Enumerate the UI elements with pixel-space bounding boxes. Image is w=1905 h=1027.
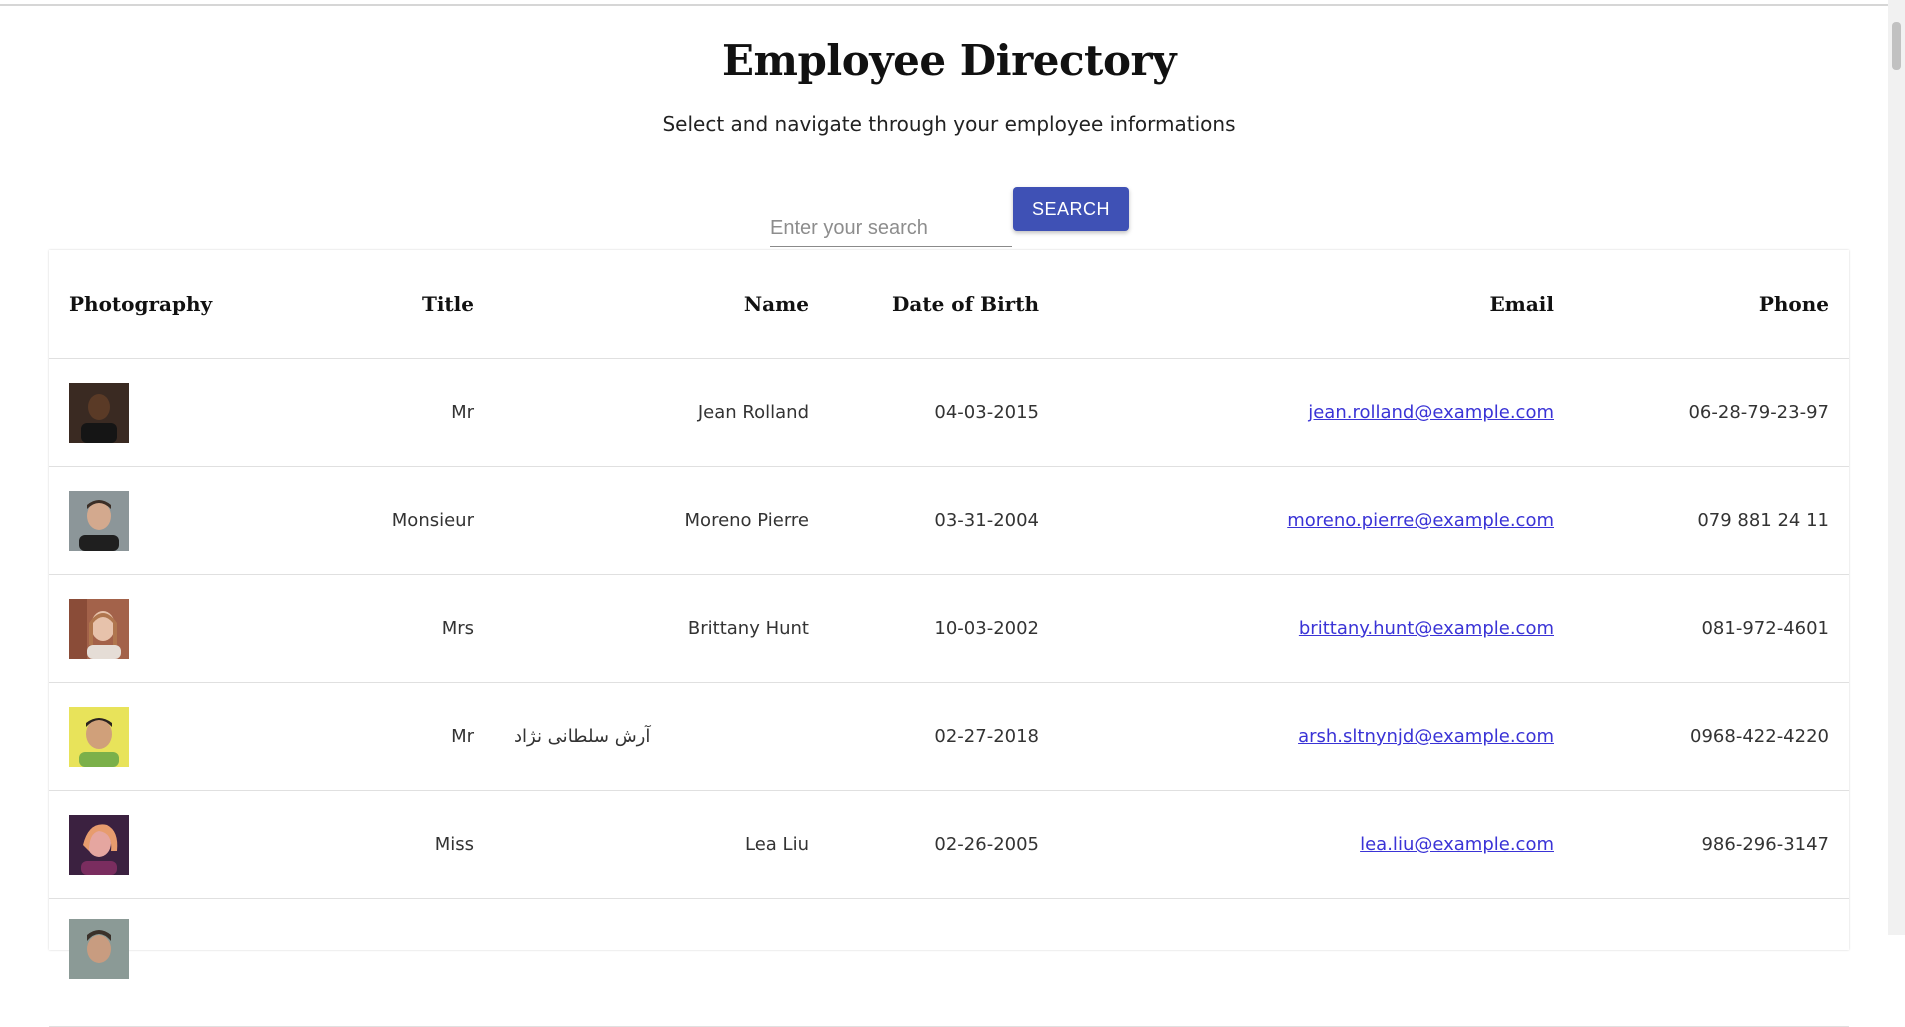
employee-photo (69, 706, 129, 767)
column-header-phone[interactable]: Phone (1574, 250, 1849, 359)
search-button[interactable]: SEARCH (1013, 187, 1129, 231)
cell-dob: 03-31-2004 (829, 466, 1059, 575)
email-link[interactable]: jean.rolland@example.com (1308, 402, 1554, 423)
table-row (49, 898, 1849, 1027)
table-row: Monsieur Moreno Pierre 03-31-2004 moreno… (49, 466, 1849, 575)
table-row: Mr Jean Rolland 04-03-2015 jean.rolland@… (49, 358, 1849, 467)
column-header-dob[interactable]: Date of Birth (829, 250, 1059, 359)
column-header-photography[interactable]: Photography (49, 250, 249, 359)
page-title: Employee Directory (721, 36, 1177, 85)
employee-table-card: Photography Title Name Date of Birth Ema… (49, 250, 1849, 1027)
email-link[interactable]: brittany.hunt@example.com (1299, 618, 1554, 639)
table-header-row: Photography Title Name Date of Birth Ema… (49, 250, 1849, 359)
table-row: Miss Lea Liu 02-26-2005 lea.liu@example.… (49, 790, 1849, 899)
cell-title (249, 898, 494, 1027)
cell-name: Brittany Hunt (494, 574, 829, 683)
cell-dob: 02-26-2005 (829, 790, 1059, 899)
cell-name (494, 898, 829, 1027)
cell-phone: 986-296-3147 (1574, 790, 1849, 899)
table-row: Mrs Brittany Hunt 10-03-2002 brittany.hu… (49, 574, 1849, 683)
cell-name: Jean Rolland (494, 358, 829, 467)
cell-phone: 06-28-79-23-97 (1574, 358, 1849, 467)
cell-title: Mrs (249, 574, 494, 683)
employee-photo (69, 814, 129, 875)
column-header-title[interactable]: Title (249, 250, 494, 359)
cell-name: Lea Liu (494, 790, 829, 899)
page-scrollbar[interactable] (1888, 0, 1905, 935)
table-row: Mr آرش سلطانی نژاد 02-27-2018 arsh.sltny… (49, 682, 1849, 791)
cell-name: آرش سلطانی نژاد (494, 682, 829, 791)
cell-dob: 10-03-2002 (829, 574, 1059, 683)
employee-photo (69, 490, 129, 551)
employee-photo (69, 382, 129, 443)
email-link[interactable]: lea.liu@example.com (1360, 834, 1554, 855)
page-subtitle: Select and navigate through your employe… (662, 112, 1236, 136)
cell-phone: 081-972-4601 (1574, 574, 1849, 683)
cell-dob: 04-03-2015 (829, 358, 1059, 467)
column-header-name[interactable]: Name (494, 250, 829, 359)
scrollbar-thumb[interactable] (1892, 22, 1901, 70)
cell-title: Monsieur (249, 466, 494, 575)
cell-title: Mr (249, 358, 494, 467)
cell-title: Mr (249, 682, 494, 791)
employee-table: Photography Title Name Date of Birth Ema… (49, 250, 1849, 1027)
email-link[interactable]: arsh.sltnynjd@example.com (1298, 726, 1554, 747)
email-link[interactable]: moreno.pierre@example.com (1287, 510, 1554, 531)
cell-name: Moreno Pierre (494, 466, 829, 575)
search-input[interactable] (770, 210, 1012, 247)
employee-photo (69, 919, 129, 979)
column-header-email[interactable]: Email (1059, 250, 1574, 359)
cell-phone (1574, 898, 1849, 1027)
employee-photo (69, 598, 129, 659)
page: Employee Directory Select and navigate t… (0, 0, 1888, 1027)
cell-phone: 079 881 24 11 (1574, 466, 1849, 575)
cell-title: Miss (249, 790, 494, 899)
cell-dob: 02-27-2018 (829, 682, 1059, 791)
cell-dob (829, 898, 1059, 1027)
cell-phone: 0968-422-4220 (1574, 682, 1849, 791)
